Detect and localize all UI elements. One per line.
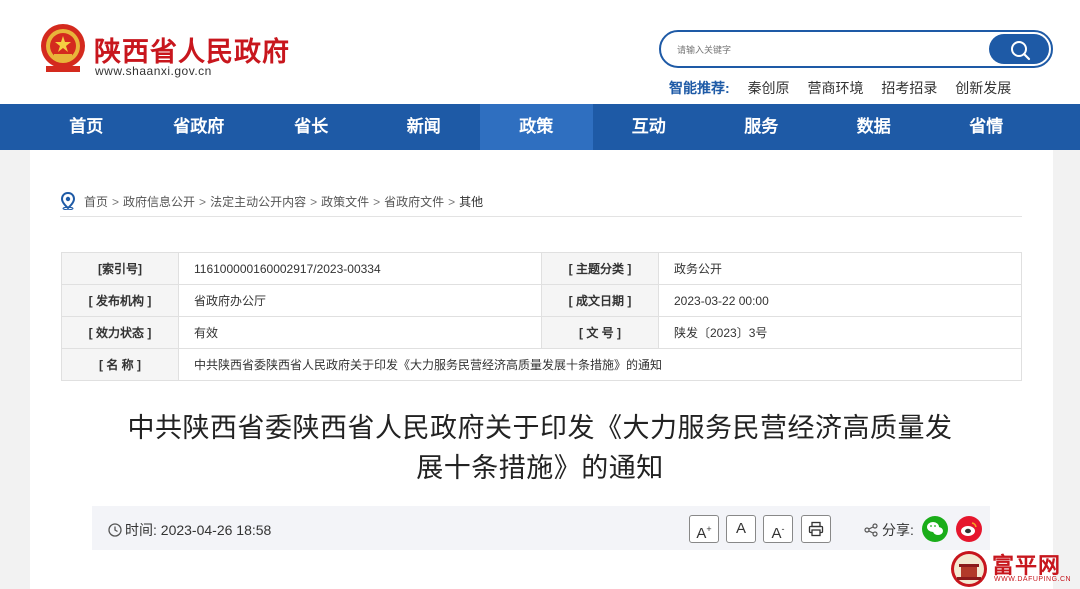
date-value: 2023-03-22 00:00 xyxy=(658,284,1022,317)
wechat-icon xyxy=(927,522,943,535)
table-row: [ 名 称 ] 中共陕西省委陕西省人民政府关于印发《大力服务民营经济高质量发展十… xyxy=(61,348,1022,381)
issuer-value: 省政府办公厅 xyxy=(178,284,542,317)
article-title-line: 展十条措施》的通知 xyxy=(416,453,664,483)
breadcrumb-separator: > xyxy=(448,195,456,209)
share-icon xyxy=(864,523,878,537)
breadcrumb-divider xyxy=(60,216,1022,217)
minus-icon: - xyxy=(781,524,785,534)
breadcrumb-separator: > xyxy=(112,195,120,209)
breadcrumb-item[interactable]: 首页 xyxy=(84,195,108,209)
weibo-share-button[interactable] xyxy=(956,516,982,542)
status-label: [ 效力状态 ] xyxy=(61,316,179,349)
search-button[interactable] xyxy=(989,34,1049,64)
breadcrumb-item[interactable]: 法定主动公开内容 xyxy=(210,195,306,209)
weibo-icon xyxy=(961,522,977,536)
font-larger-button[interactable]: A+ xyxy=(689,515,719,543)
name-value: 中共陕西省委陕西省人民政府关于印发《大力服务民营经济高质量发展十条措施》的通知 xyxy=(178,348,1022,381)
table-row: [ 效力状态 ] 有效 [ 文 号 ] 陕发〔2023〕3号 xyxy=(61,316,1022,349)
font-smaller-label: A xyxy=(771,525,782,542)
nav-item-home[interactable]: 首页 xyxy=(30,104,143,150)
national-emblem-logo[interactable] xyxy=(38,22,88,76)
nav-item-government[interactable]: 省政府 xyxy=(143,104,256,150)
topic-value: 政务公开 xyxy=(658,252,1022,285)
print-icon xyxy=(808,521,824,537)
print-button[interactable] xyxy=(801,515,831,543)
time-label: 时间: xyxy=(125,522,157,538)
search-input[interactable] xyxy=(677,41,977,59)
index-label: [索引号] xyxy=(61,252,179,285)
breadcrumb-separator: > xyxy=(310,195,318,209)
status-value: 有效 xyxy=(178,316,542,349)
share-label-text: 分享: xyxy=(882,522,914,538)
table-row: [ 发布机构 ] 省政府办公厅 [ 成文日期 ] 2023-03-22 00:0… xyxy=(61,284,1022,317)
clock-icon xyxy=(108,523,122,537)
search-icon xyxy=(1011,41,1031,61)
document-info-table: [索引号] 116100000160002917/2023-00334 [ 主题… xyxy=(61,252,1022,381)
location-pin-icon xyxy=(60,192,76,210)
recommend-item[interactable]: 营商环境 xyxy=(807,80,863,96)
font-normal-button[interactable]: A xyxy=(726,515,756,543)
time-value: 2023-04-26 18:58 xyxy=(160,522,272,538)
article-title-line: 中共陕西省委陕西省人民政府关于印发《大力服务民营经济高质量发 xyxy=(127,413,953,443)
recommend-label: 智能推荐: xyxy=(669,80,730,96)
nav-item-province-info[interactable]: 省情 xyxy=(930,104,1043,150)
recommend-item[interactable]: 秦创原 xyxy=(748,80,790,96)
breadcrumb: 首页 > 政府信息公开 > 法定主动公开内容 > 政策文件 > 省政府文件 > 其他 xyxy=(60,192,483,210)
docno-value: 陕发〔2023〕3号 xyxy=(658,316,1022,349)
index-value: 116100000160002917/2023-00334 xyxy=(178,252,542,285)
article-title: 中共陕西省委陕西省人民政府关于印发《大力服务民营经济高质量发 展十条措施》的通知 xyxy=(120,408,960,488)
breadcrumb-item[interactable]: 政府信息公开 xyxy=(123,195,195,209)
recommend-item[interactable]: 招考招录 xyxy=(881,80,937,96)
nav-item-governor[interactable]: 省长 xyxy=(255,104,368,150)
share-label: 分享: xyxy=(864,520,914,540)
site-header: 陕西省人民政府 www.shaanxi.gov.cn 智能推荐: 秦创原 营商环… xyxy=(0,0,1080,104)
smart-recommend: 智能推荐: 秦创原 营商环境 招考招录 创新发展 xyxy=(669,78,1025,98)
breadcrumb-separator: > xyxy=(199,195,207,209)
font-normal-label: A xyxy=(735,520,746,537)
issuer-label: [ 发布机构 ] xyxy=(61,284,179,317)
wechat-share-button[interactable] xyxy=(922,516,948,542)
topic-label: [ 主题分类 ] xyxy=(541,252,659,285)
breadcrumb-item[interactable]: 政策文件 xyxy=(321,195,369,209)
watermark-sub: WWW.DAFUPING.CN xyxy=(994,576,1072,583)
date-label: [ 成文日期 ] xyxy=(541,284,659,317)
site-url: www.shaanxi.gov.cn xyxy=(95,64,212,78)
search-box xyxy=(659,30,1053,68)
nav-item-service[interactable]: 服务 xyxy=(705,104,818,150)
breadcrumb-item[interactable]: 省政府文件 xyxy=(384,195,444,209)
recommend-item[interactable]: 创新发展 xyxy=(955,80,1011,96)
nav-item-news[interactable]: 新闻 xyxy=(368,104,481,150)
main-nav: 首页 省政府 省长 新闻 政策 互动 服务 数据 省情 xyxy=(0,104,1080,150)
name-label: [ 名 称 ] xyxy=(61,348,179,381)
plus-icon: + xyxy=(706,524,712,534)
article-meta-bar: 时间: 2023-04-26 18:58 A+ A A- 分享: xyxy=(92,506,990,550)
breadcrumb-separator: > xyxy=(373,195,381,209)
nav-item-interaction[interactable]: 互动 xyxy=(593,104,706,150)
table-row: [索引号] 116100000160002917/2023-00334 [ 主题… xyxy=(61,252,1022,285)
publish-time: 时间: 2023-04-26 18:58 xyxy=(108,520,271,540)
font-smaller-button[interactable]: A- xyxy=(763,515,793,543)
nav-item-policy[interactable]: 政策 xyxy=(480,104,593,150)
nav-item-data[interactable]: 数据 xyxy=(818,104,931,150)
breadcrumb-current: 其他 xyxy=(459,195,484,209)
font-larger-label: A xyxy=(696,525,707,542)
docno-label: [ 文 号 ] xyxy=(541,316,659,349)
